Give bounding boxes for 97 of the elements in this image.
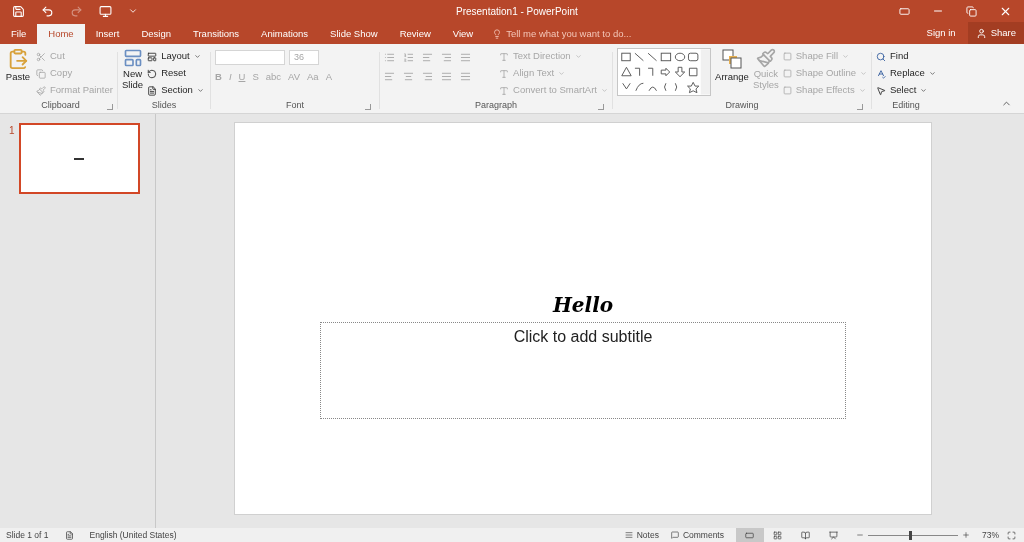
justify-icon[interactable]	[441, 71, 452, 82]
caret-icon	[928, 70, 936, 77]
caret-icon	[193, 53, 201, 60]
group-label: Font	[286, 99, 304, 113]
slide-icon	[122, 48, 143, 68]
caret-icon	[858, 87, 866, 94]
notes-icon	[624, 531, 633, 539]
font-name-field[interactable]	[215, 49, 285, 65]
align-center-icon[interactable]	[403, 71, 414, 82]
pointer-icon	[876, 85, 886, 96]
ribbon-tab[interactable]: Slide Show	[319, 24, 389, 44]
sign-in-link[interactable]: Sign in	[914, 22, 968, 44]
ribbon-button[interactable]: Reset	[147, 65, 204, 82]
dialog-launcher-icon[interactable]	[857, 104, 863, 110]
caret-icon	[574, 53, 582, 60]
ribbon-button[interactable]: Replace	[876, 65, 936, 82]
thumbnail-title-mark	[74, 157, 85, 160]
slide-title: Hello	[552, 293, 614, 317]
clipboard-icon	[7, 48, 29, 70]
ribbon-button[interactable]: Layout	[147, 48, 204, 65]
group-label: Editing	[892, 99, 920, 113]
zoom-in-icon[interactable]	[962, 531, 970, 539]
ribbon-options-icon[interactable]	[899, 5, 910, 17]
language-label[interactable]: English (United States)	[89, 528, 177, 542]
caret-icon	[601, 87, 608, 94]
slide-thumbnail[interactable]	[18, 123, 140, 194]
tell-me-field[interactable]: Tell me what you want to do...	[506, 26, 667, 42]
group-label: Paragraph	[475, 99, 517, 113]
ribbon-button[interactable]: Section	[147, 82, 204, 99]
share-button[interactable]: Share	[967, 22, 1024, 44]
caret-icon	[920, 87, 928, 94]
save-icon[interactable]	[12, 4, 25, 18]
text-icon	[499, 68, 510, 79]
group-label: Drawing	[725, 99, 759, 113]
ribbon-tab[interactable]: Home	[37, 24, 85, 44]
search-icon	[876, 51, 886, 62]
text-icon	[499, 51, 510, 62]
dialog-launcher-icon[interactable]	[107, 104, 113, 110]
zoom-level[interactable]: 73%	[982, 528, 999, 542]
caret-icon	[558, 70, 566, 77]
comment-icon	[670, 531, 679, 539]
comments-button[interactable]: Comments	[670, 528, 724, 542]
ribbon-tab[interactable]: Animations	[250, 24, 320, 44]
placeholder-text: Click to add subtitle	[513, 327, 653, 347]
brush-icon	[755, 48, 776, 68]
customize-icon[interactable]	[128, 6, 138, 16]
reset-icon	[147, 68, 158, 79]
caret-icon	[860, 70, 867, 77]
subtitle-placeholder[interactable]: Click to add subtitle	[320, 322, 846, 419]
reading-view-icon	[801, 530, 811, 540]
copy-icon	[36, 68, 46, 79]
dialog-launcher-icon[interactable]	[365, 104, 371, 110]
lightbulb-icon	[492, 29, 503, 39]
zoom-slider-thumb[interactable]	[909, 530, 913, 540]
numbering-icon[interactable]	[403, 52, 414, 63]
slide-count: Slide 1 of 1	[6, 528, 49, 542]
person-icon	[975, 27, 987, 39]
undo-icon[interactable]	[41, 4, 54, 18]
align-right-icon[interactable]	[422, 71, 433, 82]
paste-button[interactable]: Paste	[4, 48, 32, 99]
window-title: Presentation1 - PowerPoint	[456, 4, 578, 19]
show-view-icon	[829, 530, 839, 540]
ribbon-tab[interactable]: View	[441, 24, 485, 44]
slide-number: 1	[9, 124, 15, 138]
brush-icon	[36, 85, 46, 96]
bullets-icon[interactable]	[384, 52, 395, 63]
ribbon-tab[interactable]: Transitions	[182, 24, 251, 44]
shapes-gallery[interactable]	[617, 48, 712, 96]
ribbon-tab[interactable]: Insert	[84, 24, 131, 44]
fit-slide-icon[interactable]	[1007, 530, 1016, 540]
restore-icon[interactable]	[966, 5, 977, 17]
new-slide-button[interactable]: New Slide	[122, 48, 144, 99]
sorter-view-icon	[773, 530, 783, 540]
scissors-icon	[36, 51, 46, 62]
group-label: Clipboard	[41, 99, 80, 113]
section-icon	[147, 85, 158, 96]
dialog-launcher-icon[interactable]	[598, 104, 604, 110]
ribbon-button[interactable]: Find	[876, 48, 936, 65]
slideshow-icon[interactable]	[99, 4, 112, 18]
replace-icon	[876, 68, 886, 79]
notes-button[interactable]: Notes	[624, 528, 659, 542]
caret-icon	[196, 87, 204, 94]
ribbon-tab[interactable]: Review	[388, 24, 442, 44]
ribbon-button[interactable]: Select	[876, 82, 936, 99]
ribbon-tab[interactable]: File	[0, 24, 38, 44]
proofing-icon[interactable]	[64, 530, 74, 540]
arrange-icon	[721, 48, 743, 70]
ribbon-tab[interactable]: Design	[130, 24, 182, 44]
caret-icon	[842, 53, 850, 60]
view-button[interactable]	[736, 528, 764, 542]
text-icon	[499, 85, 510, 96]
layout-icon	[147, 51, 158, 62]
group-label: Slides	[151, 99, 177, 113]
zoom-out-icon[interactable]	[856, 531, 864, 539]
normal-view-icon	[745, 530, 755, 540]
arrange-button[interactable]: Arrange	[715, 48, 749, 99]
align-left-icon[interactable]	[384, 71, 395, 82]
